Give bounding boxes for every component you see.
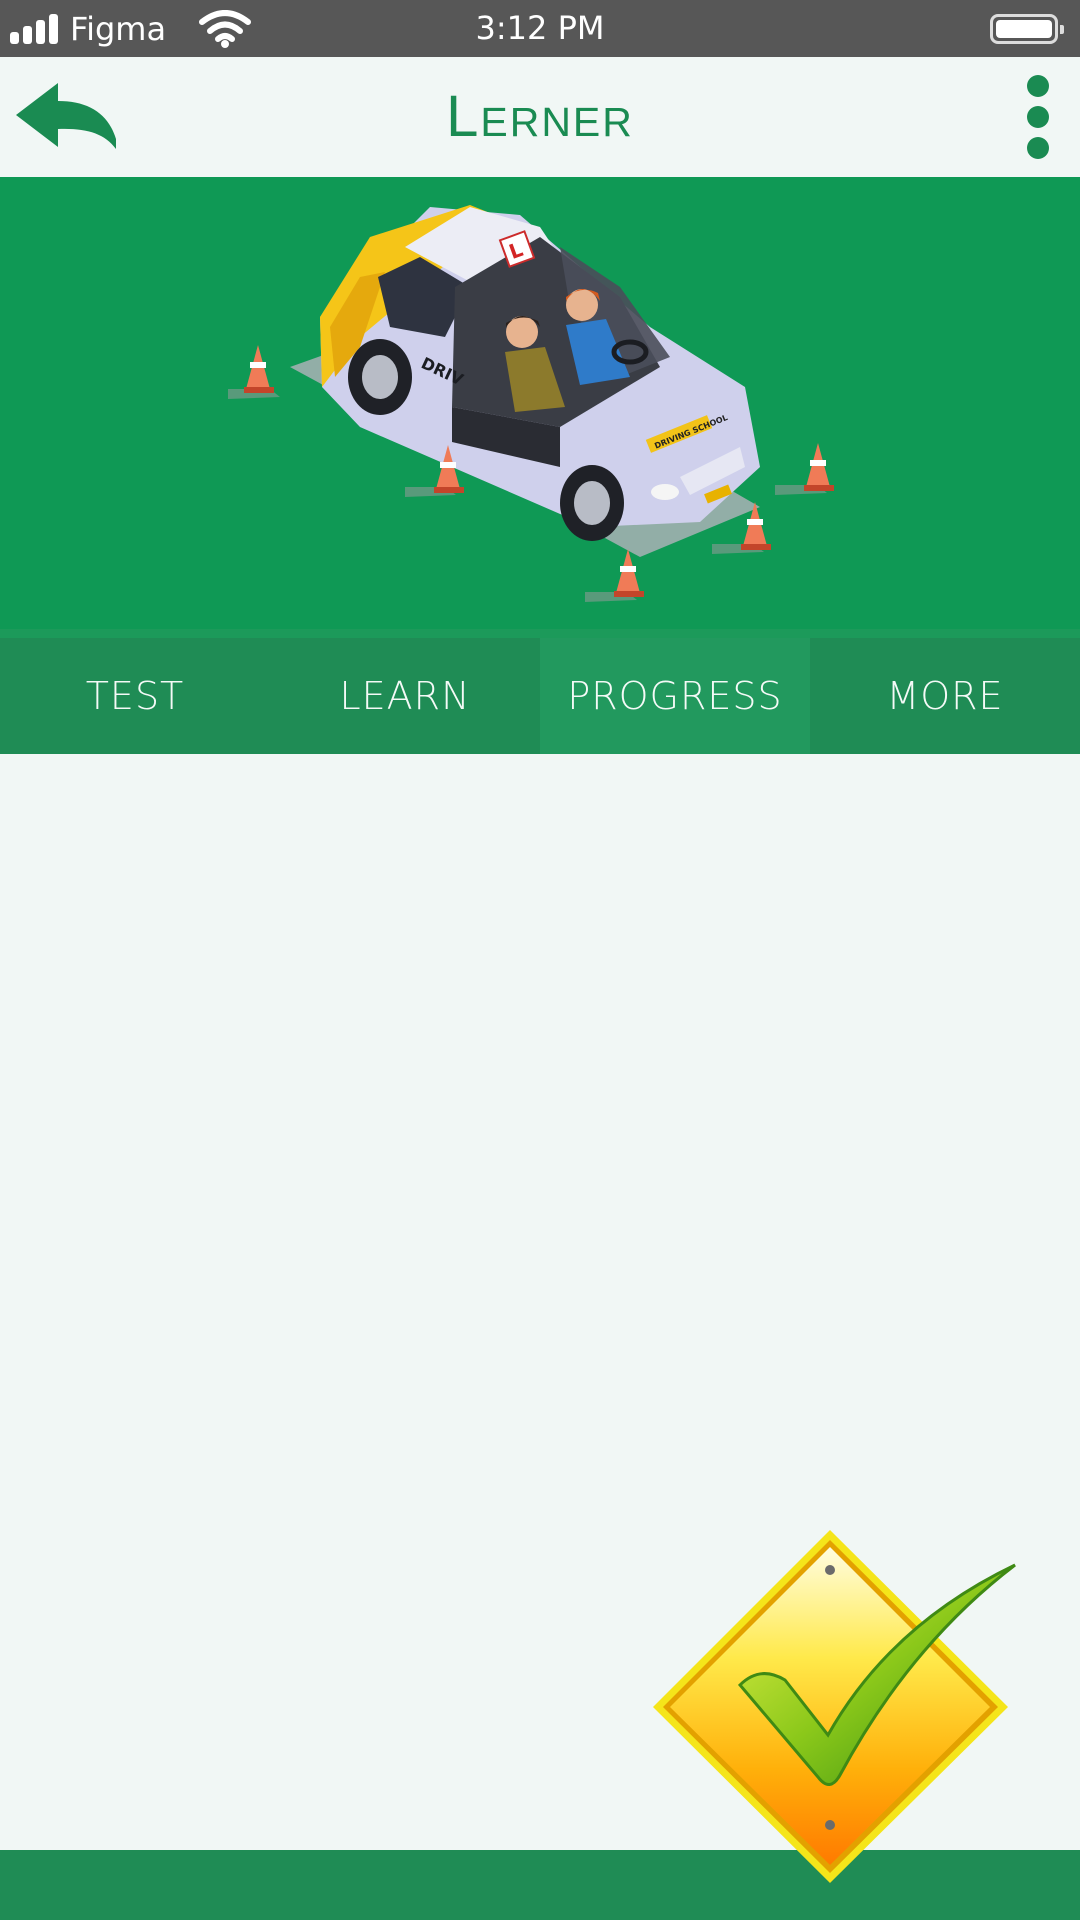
hero-divider [0,629,1080,638]
driving-school-car-illustration: L DRIV DRIVING SCHOOL [228,205,834,602]
app-screen: Figma 3:12 PM Lerner L DRIV DRIVING SCHO… [0,0,1080,1920]
more-vertical-icon[interactable] [1018,75,1058,163]
status-bar: Figma 3:12 PM [0,0,1080,57]
tab-more[interactable]: MORE [810,638,1080,754]
tab-learn[interactable]: LEARN [270,638,540,754]
tab-bar: TEST LEARN PROGRESS MORE [0,638,1080,754]
tab-progress[interactable]: PROGRESS [540,638,810,754]
hero-banner: L DRIV DRIVING SCHOOL [0,177,1080,629]
app-title: Lerner [446,84,634,149]
status-time: 3:12 PM [475,9,605,47]
app-bar: Lerner [0,57,1080,177]
battery-icon [990,14,1064,44]
tab-test[interactable]: TEST [0,638,270,754]
checkmark-sign-icon[interactable] [650,1525,1020,1890]
